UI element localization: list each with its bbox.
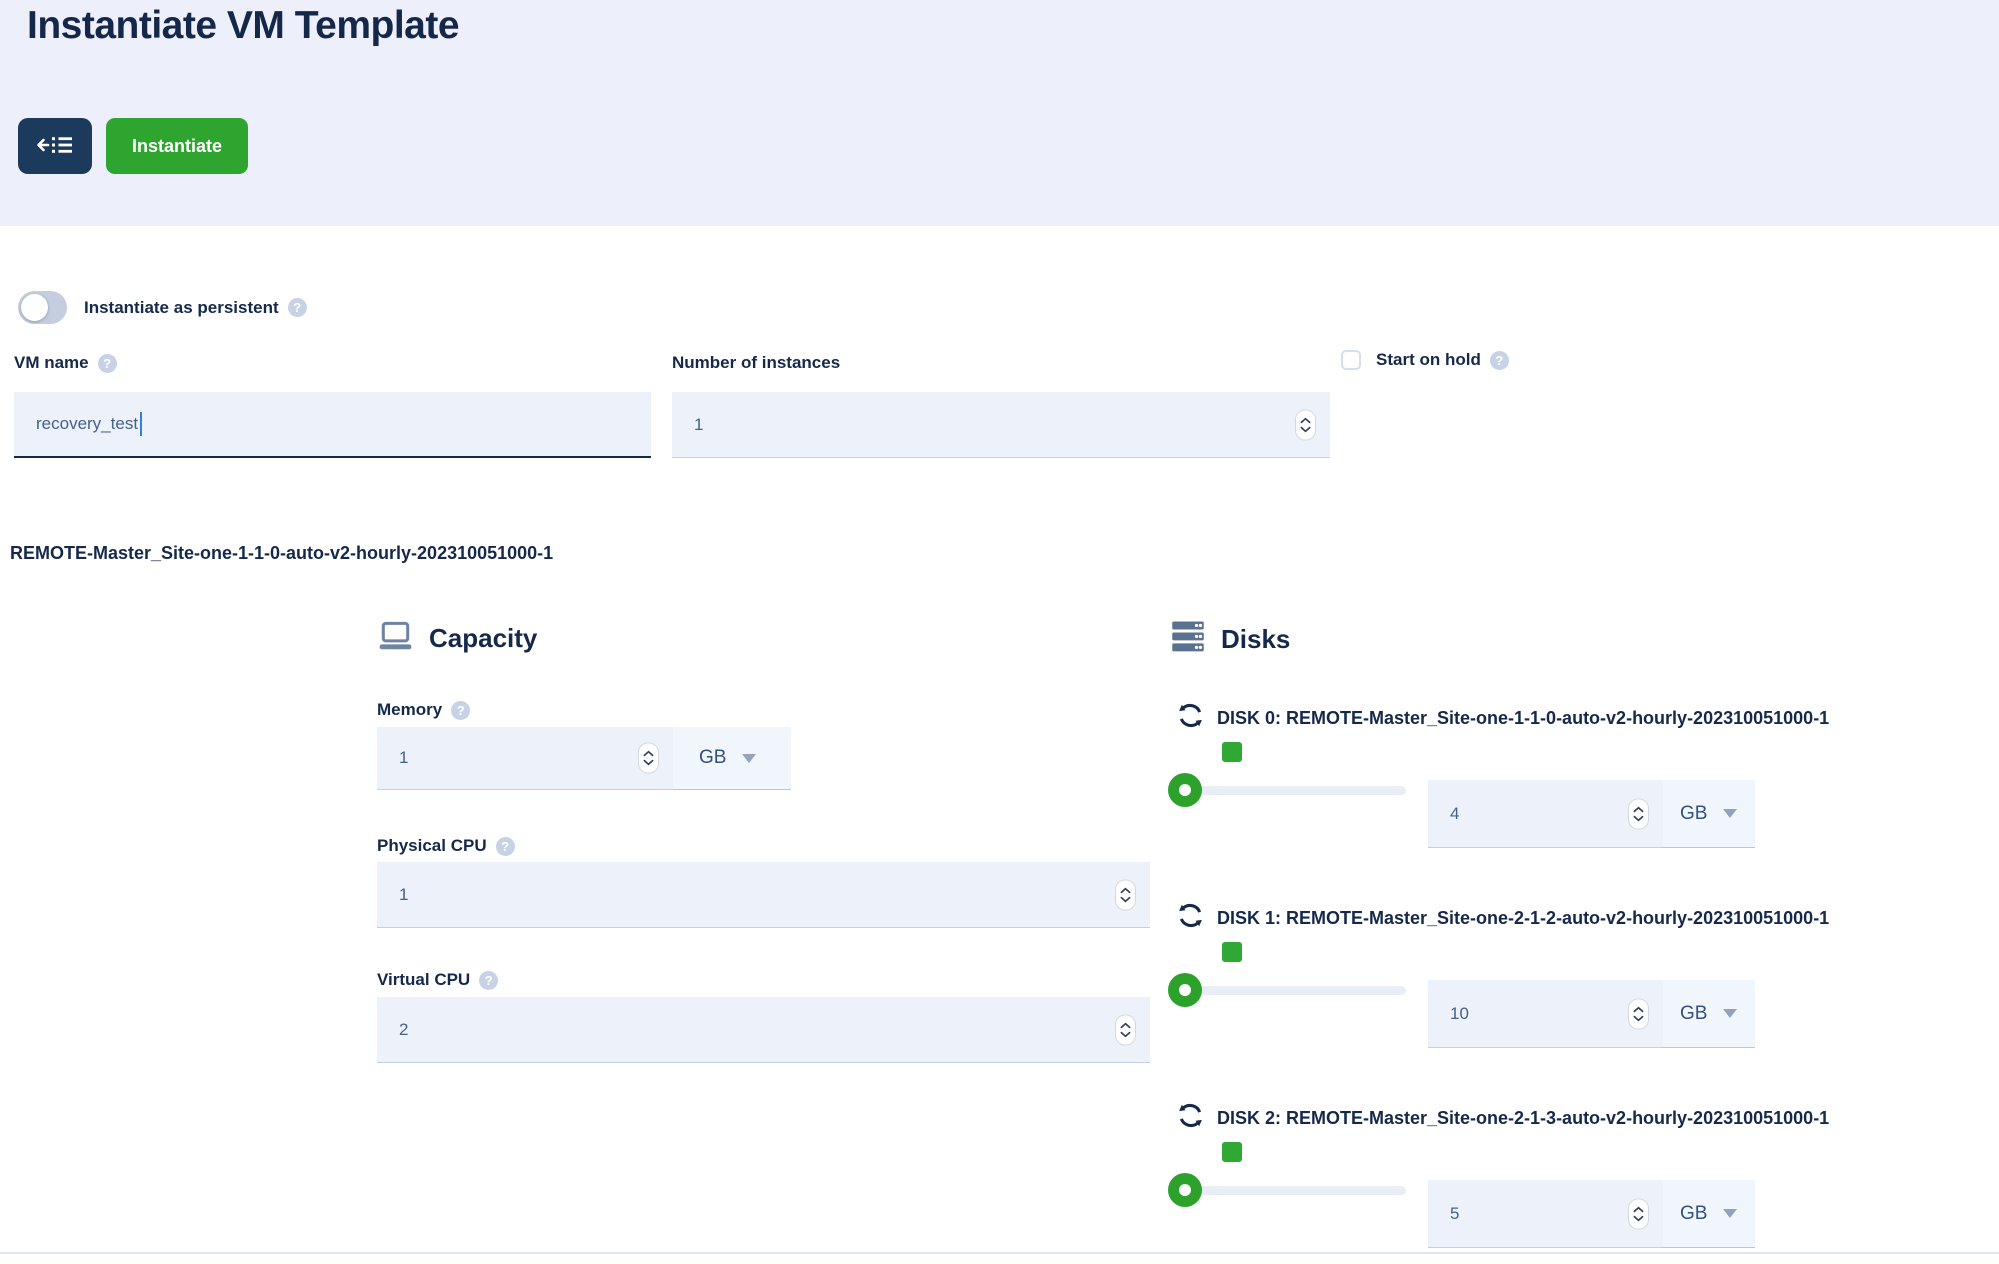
physical-cpu-label: Physical CPU ? [377,836,515,856]
capacity-section-header: Capacity [377,620,537,657]
chevron-down-icon [1723,809,1737,818]
disk-0-size-value: 4 [1428,804,1459,824]
disk-2-unit-select[interactable]: GB [1663,1180,1755,1248]
physical-cpu-input[interactable]: 1 [377,862,1150,928]
disk-0-unit-select[interactable]: GB [1663,780,1755,848]
disk-0-label: DISK 0: REMOTE-Master_Site-one-1-1-0-aut… [1175,700,1829,736]
start-on-hold-checkbox[interactable] [1341,350,1361,370]
help-icon[interactable]: ? [1490,351,1509,370]
toggle-knob [21,294,48,321]
disk-2-size-value: 5 [1428,1204,1459,1224]
disk-1-size-slider-handle[interactable] [1168,973,1202,1007]
disk-2-size-input[interactable]: 5 [1428,1180,1663,1248]
template-name: REMOTE-Master_Site-one-1-1-0-auto-v2-hou… [10,543,553,564]
disk-1-size-input[interactable]: 10 [1428,980,1663,1048]
chevron-down-icon [1723,1209,1737,1218]
laptop-icon [377,620,414,657]
help-icon[interactable]: ? [288,298,307,317]
vm-name-label: VM name ? [14,353,117,373]
disk-0-size-slider-handle[interactable] [1168,773,1202,807]
disk-0-status-chip [1222,742,1242,762]
disk-1-size-slider-track[interactable] [1200,986,1406,995]
disk-0-size-slider-track[interactable] [1200,786,1406,795]
number-stepper[interactable] [1628,998,1649,1029]
persistent-toggle-label: Instantiate as persistent ? [84,298,307,318]
server-stack-icon [1170,620,1206,658]
back-to-list-button[interactable] [18,118,92,174]
number-stepper[interactable] [1115,1014,1136,1045]
header-band: Instantiate VM Template Instantiate [0,0,1999,226]
help-icon[interactable]: ? [479,971,498,990]
disk-0-unit: GB [1680,803,1707,825]
virtual-cpu-input[interactable]: 2 [377,997,1150,1063]
disk-1-status-chip [1222,942,1242,962]
number-stepper[interactable] [1628,1198,1649,1229]
page-title: Instantiate VM Template [27,4,459,48]
start-on-hold-label: Start on hold ? [1376,350,1509,370]
capacity-title: Capacity [429,623,537,654]
virtual-cpu-value: 2 [377,1020,408,1040]
number-stepper[interactable] [1115,879,1136,910]
physical-cpu-value: 1 [377,885,408,905]
memory-value: 1 [377,748,408,768]
disk-0-size-input[interactable]: 4 [1428,780,1663,848]
memory-input[interactable]: 1 [377,727,673,790]
disks-title: Disks [1221,624,1290,655]
disk-1-unit: GB [1680,1003,1707,1025]
recycle-icon [1175,1100,1206,1136]
disks-section-header: Disks [1170,620,1290,658]
number-stepper[interactable] [1295,409,1316,440]
recycle-icon [1175,700,1206,736]
disk-2-size-slider-handle[interactable] [1168,1173,1202,1207]
instantiate-as-persistent-toggle[interactable] [18,291,67,324]
memory-unit: GB [699,747,726,769]
start-on-hold-row: Start on hold ? [1341,350,1509,370]
disk-1-label: DISK 1: REMOTE-Master_Site-one-2-1-2-aut… [1175,900,1829,936]
virtual-cpu-label: Virtual CPU ? [377,970,498,990]
chevron-down-icon [1723,1009,1737,1018]
bottom-divider [0,1252,1999,1254]
number-stepper[interactable] [638,743,659,774]
instantiate-button[interactable]: Instantiate [106,118,248,174]
instances-label: Number of instances [672,353,840,373]
vm-name-input[interactable]: recovery_test [14,392,651,458]
text-caret [140,412,142,436]
recycle-icon [1175,900,1206,936]
disk-2-unit: GB [1680,1203,1707,1225]
instances-value: 1 [672,415,703,435]
chevron-down-icon [742,754,756,763]
disk-2-label: DISK 2: REMOTE-Master_Site-one-2-1-3-aut… [1175,1100,1829,1136]
help-icon[interactable]: ? [98,354,117,373]
instantiate-vm-template-page: Instantiate VM Template Instantiate I [0,0,1999,1264]
vm-name-value: recovery_test [14,414,138,434]
number-stepper[interactable] [1628,798,1649,829]
disk-2-size-slider-track[interactable] [1200,1186,1406,1195]
help-icon[interactable]: ? [496,837,515,856]
instances-input[interactable]: 1 [672,392,1330,458]
persistent-toggle-row: Instantiate as persistent ? [18,291,307,324]
disk-1-size-value: 10 [1428,1004,1469,1024]
disk-2-status-chip [1222,1142,1242,1162]
memory-label: Memory ? [377,700,470,720]
arrow-left-list-icon [35,132,75,161]
help-icon[interactable]: ? [451,701,470,720]
memory-unit-select[interactable]: GB [673,727,791,790]
disk-1-unit-select[interactable]: GB [1663,980,1755,1048]
